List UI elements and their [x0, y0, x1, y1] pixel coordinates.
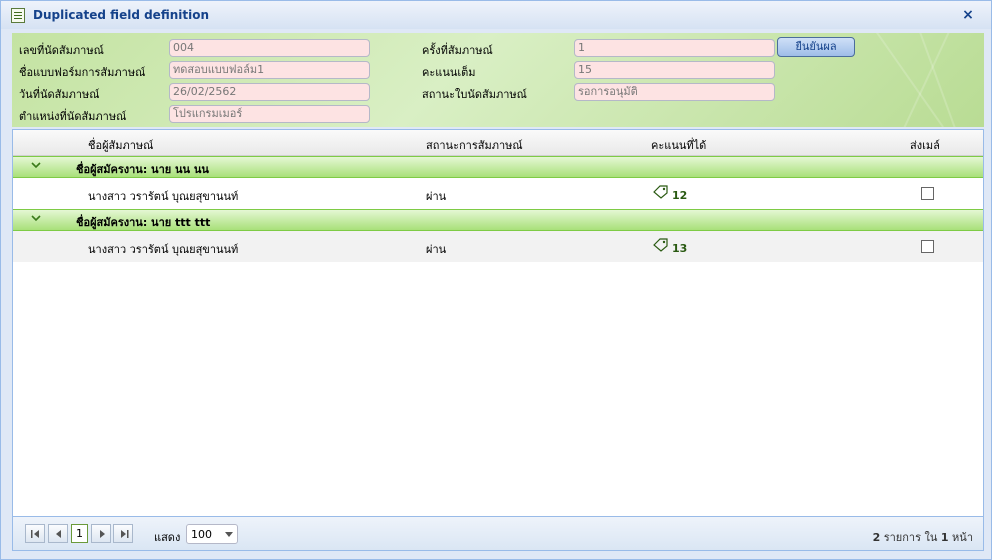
interviewer-cell: นางสาว วรารัตน์ บุณยสุขานนท์ — [88, 243, 239, 256]
form-name-label: ชื่อแบบฟอร์มการสัมภาษณ์ — [19, 66, 146, 79]
interview-round-field[interactable]: 1 — [574, 39, 775, 57]
interviewer-cell: นางสาว วรารัตน์ บุณยสุขานนท์ — [88, 190, 239, 203]
next-page-icon — [100, 530, 105, 538]
grid-header: ชื่อผู้สัมภาษณ์ สถานะการสัมภาษณ์ คะแนนที… — [13, 130, 983, 156]
form-name-field[interactable]: ทดสอบแบบฟอล์ม1 — [169, 61, 370, 79]
page-size-select[interactable]: 100 — [186, 524, 238, 544]
table-row[interactable]: นางสาว วรารัตน์ บุณยสุขานนท์ ผ่าน 12 — [13, 178, 983, 209]
form-icon — [11, 8, 25, 23]
summary-end-text: หน้า — [952, 531, 973, 544]
group-label: ชื่อผู้สมัครงาน: นาย ttt ttt — [76, 216, 211, 229]
confirm-button[interactable]: ยืนยันผล — [777, 37, 855, 57]
paging-summary: 2 รายการ ใน 1 หน้า — [873, 528, 973, 546]
full-score-label: คะแนนเต็ม — [422, 66, 476, 79]
page-count: 1 — [940, 531, 949, 544]
chevron-down-icon[interactable] — [30, 214, 42, 226]
interview-round-label: ครั้งที่สัมภาษณ์ — [422, 44, 493, 57]
table-row[interactable]: นางสาว วรารัตน์ บุณยสุขานนท์ ผ่าน 13 — [13, 231, 983, 262]
page-size-label: แสดง — [154, 531, 181, 544]
status-cell: ผ่าน — [426, 243, 447, 256]
group-label: ชื่อผู้สมัครงาน: นาย นน นน — [76, 163, 209, 176]
pager-toolbar: 1 แสดง 100 2 รายการ ใน 1 หน้า — [12, 517, 984, 551]
column-header-interviewer[interactable]: ชื่อผู้สัมภาษณ์ — [88, 136, 153, 154]
last-page-icon — [121, 530, 129, 538]
next-page-button[interactable] — [91, 524, 111, 543]
appointment-status-field[interactable]: รอการอนุมัติ — [574, 83, 775, 101]
score-cell: 12 — [672, 189, 688, 202]
close-button[interactable]: × — [960, 7, 976, 23]
first-page-icon — [31, 530, 39, 538]
record-count: 2 — [872, 531, 881, 544]
appointment-no-label: เลขที่นัดสัมภาษณ์ — [19, 44, 104, 57]
page-size-value: 100 — [191, 528, 212, 541]
column-header-send-mail[interactable]: ส่งเมล์ — [910, 136, 940, 154]
group-header-row[interactable]: ชื่อผู้สมัครงาน: นาย นน นน — [13, 156, 983, 178]
prev-page-icon — [56, 530, 61, 538]
chevron-down-icon[interactable] — [30, 161, 42, 173]
current-page-field[interactable]: 1 — [71, 524, 88, 543]
interview-info-panel: เลขที่นัดสัมภาษณ์ 004 ชื่อแบบฟอร์มการสัม… — [12, 33, 984, 127]
send-mail-checkbox[interactable] — [921, 187, 934, 200]
tag-icon — [653, 185, 668, 199]
position-field[interactable]: โปรแกรมเมอร์ — [169, 105, 370, 123]
interview-results-grid: ชื่อผู้สัมภาษณ์ สถานะการสัมภาษณ์ คะแนนที… — [12, 129, 984, 517]
column-header-status[interactable]: สถานะการสัมภาษณ์ — [426, 136, 523, 154]
title-bar[interactable]: Duplicated field definition × — [1, 1, 991, 29]
status-cell: ผ่าน — [426, 190, 447, 203]
full-score-field[interactable]: 15 — [574, 61, 775, 79]
group-header-row[interactable]: ชื่อผู้สมัครงาน: นาย ttt ttt — [13, 209, 983, 231]
send-mail-checkbox[interactable] — [921, 240, 934, 253]
column-header-score[interactable]: คะแนนที่ได้ — [651, 136, 706, 154]
tag-icon — [653, 238, 668, 252]
first-page-button[interactable] — [25, 524, 45, 543]
prev-page-button[interactable] — [48, 524, 68, 543]
last-page-button[interactable] — [113, 524, 133, 543]
summary-mid-text: รายการ ใน — [883, 531, 938, 544]
appointment-date-label: วันที่นัดสัมภาษณ์ — [19, 88, 100, 101]
window-title: Duplicated field definition — [33, 8, 210, 22]
dialog-window: Duplicated field definition × เลขที่นัดส… — [0, 0, 992, 560]
dropdown-arrow-icon — [225, 532, 233, 537]
position-label: ตำแหน่งที่นัดสัมภาษณ์ — [19, 110, 127, 123]
appointment-date-field[interactable]: 26/02/2562 — [169, 83, 370, 101]
appointment-status-label: สถานะใบนัดสัมภาษณ์ — [422, 88, 527, 101]
score-cell: 13 — [672, 242, 688, 255]
appointment-no-field[interactable]: 004 — [169, 39, 370, 57]
